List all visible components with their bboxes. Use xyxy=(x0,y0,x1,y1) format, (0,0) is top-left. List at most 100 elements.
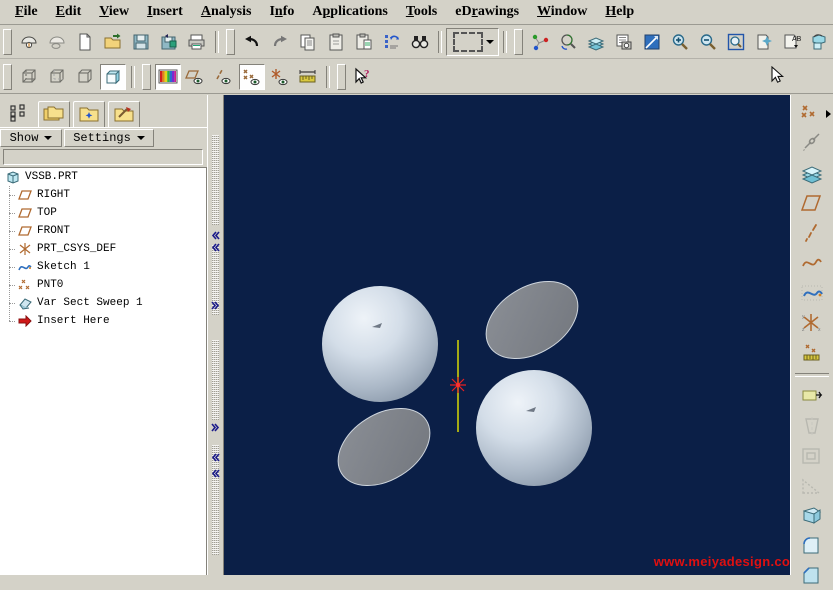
toolbar-grip[interactable] xyxy=(3,63,12,90)
spin-center-button[interactable] xyxy=(555,29,581,55)
show-dropdown-button[interactable]: Show xyxy=(0,129,62,147)
menu-item-edrawings[interactable]: eDrawings xyxy=(446,2,528,22)
reorient-button[interactable] xyxy=(807,29,833,55)
settings-dropdown-button[interactable]: Settings xyxy=(64,129,154,147)
wireframe-button[interactable] xyxy=(16,64,42,90)
undo-button[interactable] xyxy=(239,29,265,55)
tree-item[interactable]: TOP xyxy=(0,204,206,222)
find-button[interactable] xyxy=(407,29,433,55)
round-tool-button[interactable] xyxy=(797,532,827,560)
datum-axis-display-button[interactable] xyxy=(211,64,237,90)
draft-tool-button[interactable] xyxy=(797,502,827,530)
menu-item-analysis[interactable]: Analysis xyxy=(192,2,261,22)
datum-line-tool-button[interactable] xyxy=(797,219,827,247)
menu-item-window[interactable]: Window xyxy=(528,2,596,22)
csys-display-button[interactable] xyxy=(267,64,293,90)
double-chevron-left-icon[interactable] xyxy=(211,467,220,478)
chamfer-tool-button[interactable] xyxy=(797,562,827,590)
layer-tool-button[interactable] xyxy=(797,159,827,187)
new-file-button[interactable] xyxy=(72,29,98,55)
toolbar-grip[interactable] xyxy=(514,29,523,55)
double-chevron-left-icon[interactable] xyxy=(211,229,220,240)
rib-tool-button[interactable] xyxy=(797,472,827,500)
menu-item-info[interactable]: Info xyxy=(260,2,303,22)
shell-tool-button[interactable] xyxy=(797,442,827,470)
color-appearance-button[interactable] xyxy=(155,63,181,90)
layers-button[interactable] xyxy=(583,29,609,55)
datum-axis-tool-button[interactable] xyxy=(797,129,827,157)
model-player-button[interactable] xyxy=(611,29,637,55)
menu-item-file[interactable]: File xyxy=(6,2,47,22)
saved-views-button[interactable] xyxy=(751,29,777,55)
tab-model-tree[interactable] xyxy=(3,101,35,128)
disc-lower-left[interactable] xyxy=(324,393,444,502)
sketch-tool-button[interactable] xyxy=(797,279,827,307)
3d-model-view[interactable] xyxy=(224,95,808,575)
context-help-button[interactable]: ? xyxy=(350,64,376,90)
datum-plane-display-button[interactable] xyxy=(183,64,209,90)
annotation-button[interactable]: AB xyxy=(779,29,805,55)
toolbar-grip[interactable] xyxy=(337,63,346,90)
dimension-display-button[interactable] xyxy=(295,64,321,90)
datum-point-pnt0[interactable] xyxy=(450,377,466,393)
disc-upper-right[interactable] xyxy=(472,266,592,375)
tree-item[interactable]: PNT0 xyxy=(0,276,206,294)
refit-button[interactable] xyxy=(723,29,749,55)
csys-tool-button[interactable]: y x z xyxy=(797,309,827,337)
save-a-copy-button[interactable] xyxy=(156,29,182,55)
datum-point-tool-button[interactable] xyxy=(794,99,824,127)
paste-button[interactable] xyxy=(323,29,349,55)
model-tree[interactable]: VSSB.PRT RIGHT TOP FRONT PRT_CSYS_DEF Sketch … xyxy=(0,167,207,575)
double-chevron-left-icon[interactable] xyxy=(211,241,220,252)
datum-plane-tool-button[interactable] xyxy=(797,189,827,217)
tree-item[interactable]: FRONT xyxy=(0,222,206,240)
hidden-line-button[interactable] xyxy=(44,64,70,90)
toolbar-grip[interactable] xyxy=(3,29,12,55)
datum-display-button[interactable] xyxy=(527,29,553,55)
save-button[interactable] xyxy=(128,29,154,55)
selection-filter[interactable] xyxy=(446,28,499,56)
open-button[interactable] xyxy=(100,29,126,55)
panel-splitter[interactable] xyxy=(207,95,224,575)
tree-item[interactable]: Sketch 1 xyxy=(0,258,206,276)
zoom-in-button[interactable] xyxy=(667,29,693,55)
repaint-button[interactable] xyxy=(639,29,665,55)
zoom-out-button[interactable] xyxy=(695,29,721,55)
datum-point-flyout[interactable] xyxy=(792,99,832,129)
toolbar-grip[interactable] xyxy=(142,63,151,90)
tree-item[interactable]: Var Sect Sweep 1 xyxy=(0,294,206,312)
menu-item-applications[interactable]: Applications xyxy=(303,2,397,22)
copy-button[interactable] xyxy=(295,29,321,55)
tab-connections[interactable] xyxy=(108,101,140,128)
tree-root-item[interactable]: VSSB.PRT xyxy=(0,168,206,186)
extrude-tool-button[interactable] xyxy=(797,382,827,410)
redo-button[interactable] xyxy=(267,29,293,55)
chevron-down-icon[interactable] xyxy=(483,29,496,55)
paste-special-button[interactable] xyxy=(351,29,377,55)
toolbar-grip[interactable] xyxy=(226,29,235,55)
menu-item-tools[interactable]: Tools xyxy=(397,2,446,22)
double-chevron-left-icon[interactable] xyxy=(211,451,220,462)
menu-item-edit[interactable]: Edit xyxy=(47,2,91,22)
regenerate-button[interactable] xyxy=(379,29,405,55)
tab-folder-browser[interactable] xyxy=(38,101,70,128)
shaded-button[interactable] xyxy=(100,63,126,90)
menu-item-help[interactable]: Help xyxy=(596,2,643,22)
revolve-tool-button[interactable] xyxy=(797,412,827,440)
sphere-upper-left[interactable] xyxy=(322,286,438,402)
datum-point-display-button[interactable] xyxy=(239,63,265,90)
tree-item[interactable]: RIGHT xyxy=(0,186,206,204)
double-chevron-right-icon[interactable] xyxy=(211,299,220,310)
no-hidden-button[interactable] xyxy=(72,64,98,90)
menu-item-view[interactable]: View xyxy=(90,2,138,22)
tree-column-header[interactable] xyxy=(3,149,203,165)
flyout-arrow-icon[interactable] xyxy=(825,110,831,118)
new-button[interactable] xyxy=(16,29,42,55)
tree-item[interactable]: Insert Here xyxy=(0,312,206,330)
point-array-tool-button[interactable] xyxy=(797,339,827,367)
menu-item-insert[interactable]: Insert xyxy=(138,2,192,22)
print-button[interactable] xyxy=(184,29,210,55)
tab-favorites[interactable] xyxy=(73,101,105,128)
datum-curve-tool-button[interactable] xyxy=(797,249,827,277)
double-chevron-right-icon[interactable] xyxy=(211,421,220,432)
